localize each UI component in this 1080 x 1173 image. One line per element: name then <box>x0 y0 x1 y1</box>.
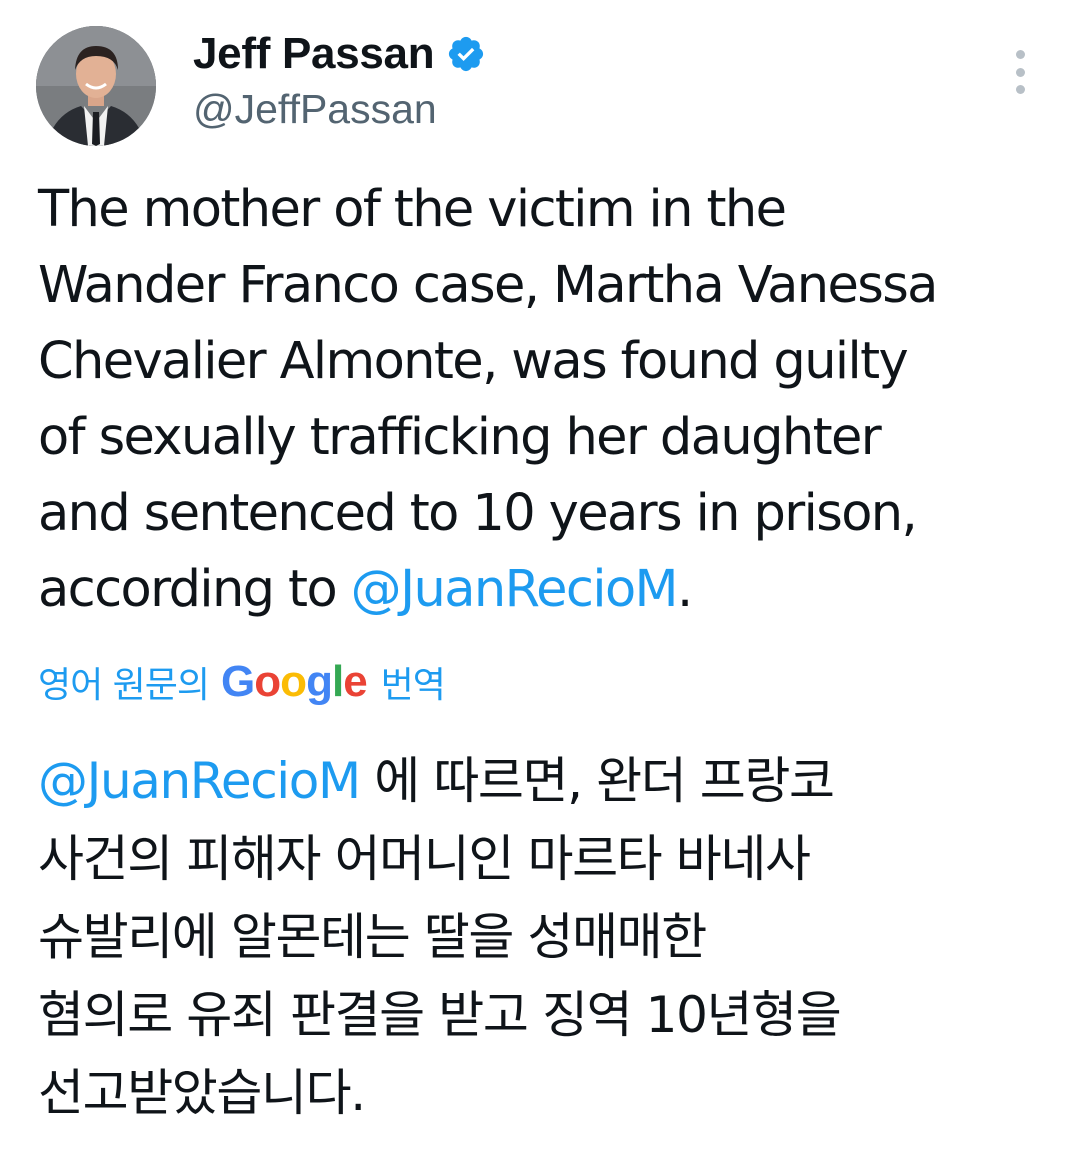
translate-suffix: 번역 <box>380 665 446 706</box>
more-dot <box>1015 67 1025 77</box>
tweet-line-text: The mother of the victim in the <box>38 180 787 239</box>
translation-line-text: 선고받았습니다. <box>38 1064 366 1122</box>
tweet-line: and sentenced to 10 years in prison, <box>38 476 1048 552</box>
more-dot <box>1015 85 1025 94</box>
tweet-line-text: and sentenced to 10 years in prison, <box>38 484 918 543</box>
tweet-line: Wander Franco case, Martha Vanessa <box>38 248 1048 324</box>
google-letter: o <box>254 657 281 706</box>
tweet-line: The mother of the victim in the <box>38 172 1048 248</box>
avatar-icon <box>36 26 156 146</box>
translation-line: @JuanRecioM 에 따르면, 완더 프랑코 <box>38 742 1048 820</box>
translate-link[interactable]: 영어 원문의 Google 번역 <box>38 652 446 712</box>
tweet-line: Chevalier Almonte, was found guilty <box>38 324 1048 400</box>
translation-line: 사건의 피해자 어머니인 마르타 바네사 <box>38 820 1048 898</box>
tweet-line-text: according to <box>38 560 351 619</box>
author-handle[interactable]: @JeffPassan <box>193 86 437 133</box>
google-letter: l <box>331 657 344 706</box>
tweet-text: The mother of the victim in the Wander F… <box>38 172 1048 628</box>
tweet-line: according to @JuanRecioM. <box>38 552 1048 628</box>
more-options-icon[interactable] <box>1000 50 1040 94</box>
tweet-line-text: Wander Franco case, Martha Vanessa <box>38 256 938 315</box>
translation-line: 혐의로 유죄 판결을 받고 징역 10년형을 <box>38 976 1048 1054</box>
tweet-line-text: of sexually trafficking her daughter <box>38 408 882 467</box>
google-logo: Google <box>221 657 368 707</box>
mention-link[interactable]: @JuanRecioM <box>38 752 361 810</box>
tweet-card: Jeff Passan @JeffPassan The mother of th… <box>0 0 1080 1173</box>
translate-prefix: 영어 원문의 <box>38 665 210 706</box>
more-dot <box>1015 50 1025 59</box>
google-letter: G <box>221 657 255 706</box>
google-letter: e <box>343 657 368 706</box>
translation-line-text: 사건의 피해자 어머니인 마르타 바네사 <box>38 830 811 888</box>
translated-text: @JuanRecioM 에 따르면, 완더 프랑코 사건의 피해자 어머니인 마… <box>38 742 1048 1132</box>
author-name-row: Jeff Passan <box>193 26 488 82</box>
google-letter: g <box>306 657 333 706</box>
tweet-line-text: Chevalier Almonte, was found guilty <box>38 332 909 391</box>
avatar[interactable] <box>36 26 156 146</box>
tweet-line: of sexually trafficking her daughter <box>38 400 1048 476</box>
translation-line: 선고받았습니다. <box>38 1054 1048 1132</box>
author-display-name[interactable]: Jeff Passan <box>193 29 435 79</box>
mention-link[interactable]: @JuanRecioM <box>351 560 679 619</box>
tweet-line-tail: . <box>676 560 693 619</box>
translation-line-text: 혐의로 유죄 판결을 받고 징역 10년형을 <box>38 986 842 1044</box>
translation-line-text: 에 따르면, 완더 프랑코 <box>359 752 835 810</box>
translation-line: 슈발리에 알몬테는 딸을 성매매한 <box>38 898 1048 976</box>
verified-badge-icon <box>444 32 488 76</box>
google-letter: o <box>280 657 307 706</box>
translation-line-text: 슈발리에 알몬테는 딸을 성매매한 <box>38 908 707 966</box>
